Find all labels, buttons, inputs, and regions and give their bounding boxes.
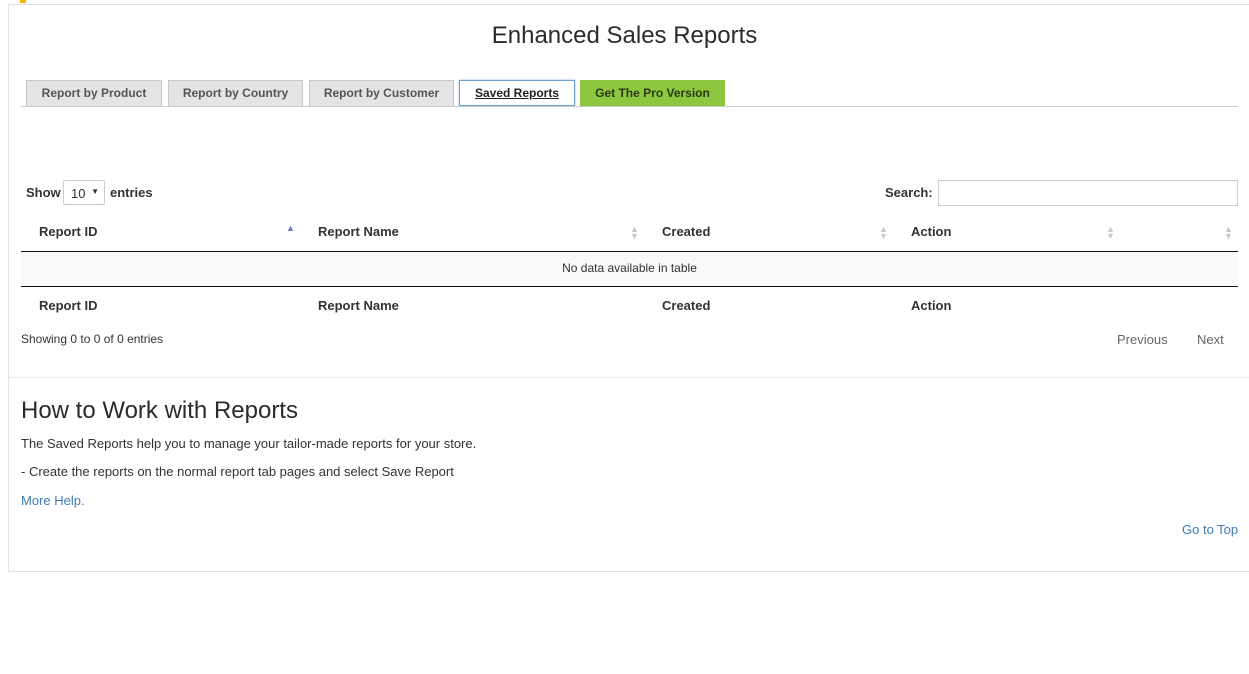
sort-icon[interactable]: ▲ ▼ <box>1224 225 1233 241</box>
previous-page-button[interactable]: Previous <box>1117 332 1168 347</box>
show-label: Show <box>26 185 61 200</box>
chevron-down-icon: ▼ <box>91 187 99 196</box>
tab-report-by-country[interactable]: Report by Country <box>168 80 303 106</box>
section-divider <box>9 377 1249 378</box>
tabs-divider <box>21 106 1238 107</box>
table-info: Showing 0 to 0 of 0 entries <box>21 332 164 346</box>
column-header-report-name[interactable]: Report Name <box>318 224 399 239</box>
corner-mark <box>20 0 26 3</box>
sort-icon[interactable]: ▲ ▼ <box>879 225 888 241</box>
help-section-title: How to Work with Reports <box>21 397 298 424</box>
empty-table-message: No data available in table <box>21 252 1238 286</box>
help-text-line-2: - Create the reports on the normal repor… <box>21 464 454 479</box>
footer-report-id: Report ID <box>39 298 98 313</box>
entries-per-page-select[interactable]: 10 ▼ <box>63 180 105 205</box>
footer-report-name: Report Name <box>318 298 399 313</box>
column-header-created[interactable]: Created <box>662 224 710 239</box>
search-label: Search: <box>885 185 933 200</box>
footer-action: Action <box>911 298 952 313</box>
tab-report-by-customer[interactable]: Report by Customer <box>309 80 454 106</box>
sort-ascending-icon[interactable]: ▲ <box>286 224 295 233</box>
column-header-report-id[interactable]: Report ID <box>39 224 98 239</box>
tab-report-by-product[interactable]: Report by Product <box>26 80 162 106</box>
search-input[interactable] <box>938 180 1238 206</box>
footer-created: Created <box>662 298 711 313</box>
tab-get-pro-version[interactable]: Get The Pro Version <box>580 80 725 106</box>
table-footer-border <box>21 286 1238 287</box>
tab-saved-reports[interactable]: Saved Reports <box>459 80 575 106</box>
entries-per-page-value: 10 <box>71 186 86 201</box>
more-help-link[interactable]: More Help. <box>21 493 85 508</box>
help-text-line-1: The Saved Reports help you to manage you… <box>21 436 477 451</box>
sort-icon[interactable]: ▲ ▼ <box>630 225 639 241</box>
column-header-action[interactable]: Action <box>911 224 951 239</box>
page-title: Enhanced Sales Reports <box>491 22 758 49</box>
next-page-button[interactable]: Next <box>1197 332 1224 347</box>
sort-icon[interactable]: ▲ ▼ <box>1106 225 1115 241</box>
go-to-top-link[interactable]: Go to Top <box>1182 522 1238 537</box>
entries-label: entries <box>110 185 153 200</box>
